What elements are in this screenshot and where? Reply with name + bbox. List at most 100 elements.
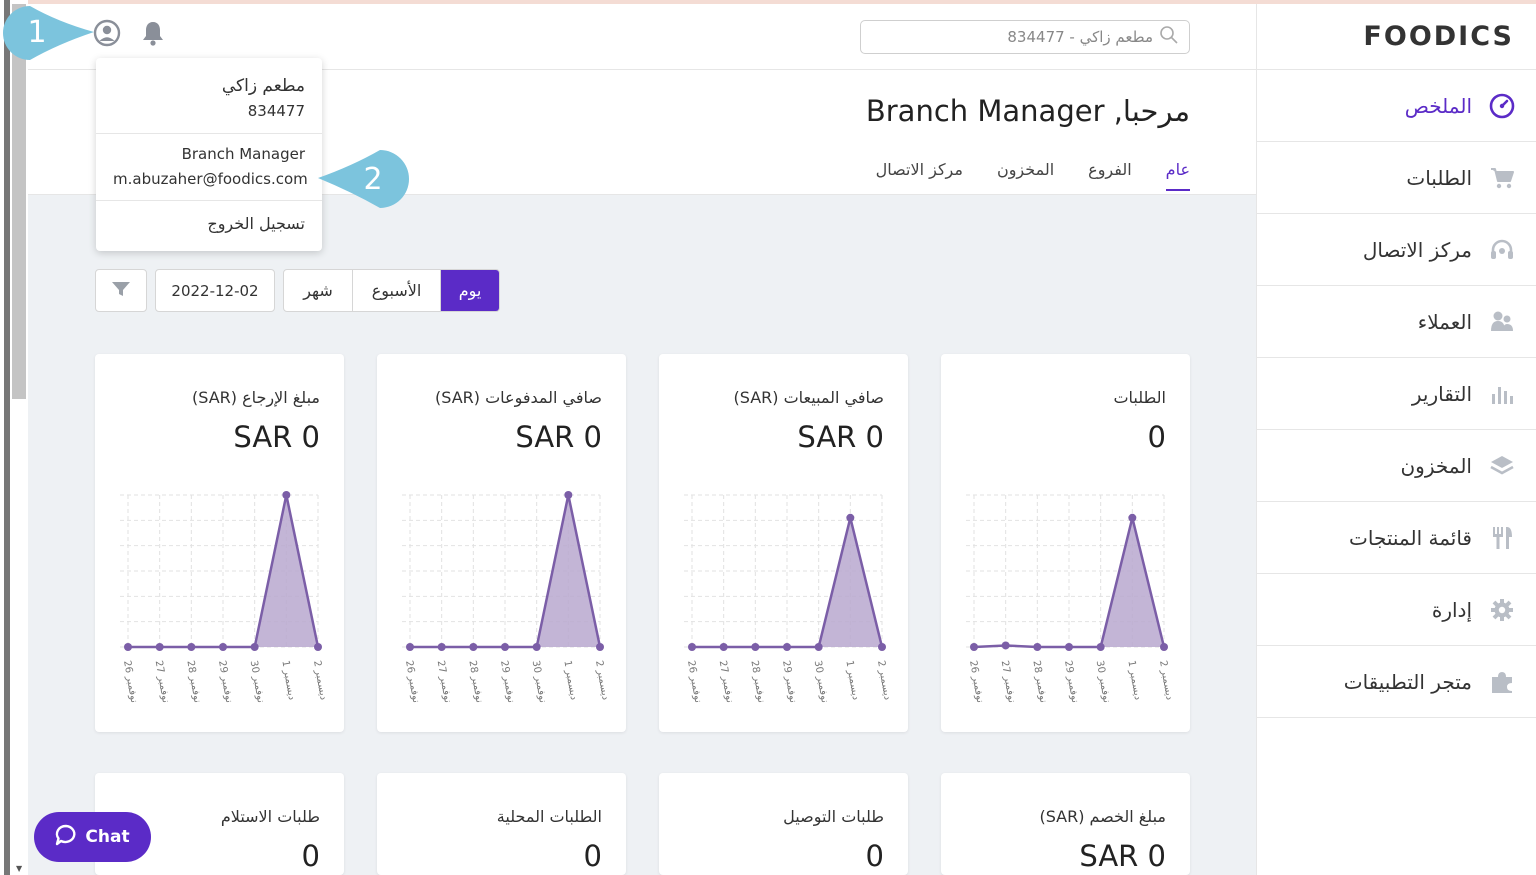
x-tick-label: 30 نوفمبر: [530, 660, 548, 704]
x-tick-label: 29 نوفمبر: [498, 660, 516, 704]
card-value: SAR 0: [515, 420, 602, 454]
x-tick-label: 2 ديسمبر: [593, 660, 611, 701]
x-tick-label: 30 نوفمبر: [1094, 660, 1112, 704]
x-tick-label: 29 نوفمبر: [780, 660, 798, 704]
metric-card-dine-in-orders: الطلبات المحلية 0: [377, 773, 626, 875]
data-point: [282, 491, 291, 499]
filter-button[interactable]: [95, 269, 147, 312]
card-title: صافي المدفوعات (SAR): [435, 388, 602, 407]
sidebar-item-orders[interactable]: الطلبات: [1257, 142, 1536, 214]
page-title: مرحبا, Branch Manager: [865, 94, 1190, 128]
sidebar-item-inventory[interactable]: المخزون: [1257, 430, 1536, 502]
data-point: [719, 643, 728, 651]
sidebar-item-management[interactable]: إدارة: [1257, 574, 1536, 646]
sidebar-item-label: قائمة المنتجات: [1349, 525, 1472, 550]
sidebar-item-summary[interactable]: الملخص: [1257, 70, 1536, 142]
left-scrollbar[interactable]: ▼: [0, 0, 28, 875]
data-point: [406, 643, 414, 651]
period-week-button[interactable]: الأسبوع: [352, 270, 440, 311]
sidebar-item-reports[interactable]: التقارير: [1257, 358, 1536, 430]
logout-menu-item[interactable]: تسجيل الخروج: [96, 201, 322, 249]
card-value: 0: [1147, 420, 1166, 454]
period-month-button[interactable]: شهر: [284, 270, 352, 311]
chat-button[interactable]: Chat: [34, 812, 151, 862]
x-tick-label: 28 نوفمبر: [1030, 660, 1048, 704]
x-tick-label: 26 نوفمبر: [403, 660, 421, 704]
callout-number: 1: [27, 15, 46, 50]
user-account-dropdown: مطعم زاكي 834477 Branch Manager m.abuzah…: [96, 58, 322, 251]
net-payments-trend-chart: 26 نوفمبر 27 نوفمبر 28 نوفمبر 29 نوفمبر 30 ن…: [402, 491, 611, 704]
metric-card-delivery-orders: طلبات التوصيل 0: [659, 773, 908, 875]
refund-trend-chart: 26 نوفمبر 27 نوفمبر 28 نوفمبر 29 نوفمبر 30 ن…: [120, 491, 329, 704]
x-tick-label: 30 نوفمبر: [812, 660, 830, 704]
x-tick-label: 27 نوفمبر: [999, 660, 1017, 704]
search-input[interactable]: [873, 28, 1153, 46]
data-point: [501, 643, 509, 651]
data-point: [1128, 513, 1137, 522]
sidebar-item-label: المخزون: [1400, 453, 1472, 478]
card-value: SAR 0: [797, 420, 884, 454]
dropdown-restaurant-section[interactable]: مطعم زاكي 834477: [96, 58, 322, 134]
callout-marker-1: 1: [3, 6, 94, 60]
metric-card-refund-amount: مبلغ الإرجاع (SAR) SAR 0 26 نوفمبر 27 نوف…: [95, 354, 344, 732]
sidebar-item-label: الملخص: [1404, 93, 1472, 118]
sidebar-item-label: متجر التطبيقات: [1343, 669, 1472, 694]
gear-icon: [1488, 596, 1516, 624]
bar-chart-icon: [1488, 380, 1516, 408]
metric-card-net-payments: صافي المدفوعات (SAR) SAR 0 26 نوفمبر 27 ن…: [377, 354, 626, 732]
sidebar-item-products-menu[interactable]: قائمة المنتجات: [1257, 502, 1536, 574]
data-point: [846, 513, 855, 522]
tab-general[interactable]: عام: [1165, 160, 1190, 191]
tab-call-center[interactable]: مركز الاتصال: [876, 160, 963, 191]
scroll-down-arrow-icon[interactable]: ▼: [16, 864, 22, 873]
data-point: [564, 491, 573, 499]
restaurant-id: 834477: [247, 102, 305, 120]
sidebar-item-call-center[interactable]: مركز الاتصال: [1257, 214, 1536, 286]
card-title: طلبات التوصيل: [783, 807, 884, 826]
x-tick-label: 26 نوفمبر: [685, 660, 703, 704]
data-point: [1033, 643, 1042, 651]
data-point: [783, 643, 791, 651]
net-sales-trend-chart: 26 نوفمبر 27 نوفمبر 28 نوفمبر 29 نوفمبر 30 ن…: [684, 494, 893, 704]
data-point: [314, 643, 322, 651]
sidebar-item-customers[interactable]: العملاء: [1257, 286, 1536, 358]
restaurant-name: مطعم زاكي: [221, 76, 305, 96]
data-point: [124, 643, 132, 651]
user-account-icon[interactable]: [92, 18, 122, 48]
x-tick-label: 26 نوفمبر: [121, 660, 139, 704]
data-point: [219, 643, 227, 651]
scrollbar-thumb[interactable]: [12, 4, 26, 399]
card-title: الطلبات: [1113, 388, 1166, 407]
period-day-button[interactable]: يوم: [440, 270, 499, 311]
cart-icon: [1488, 164, 1516, 192]
x-tick-label: 1 ديسمبر: [561, 660, 579, 701]
foodics-logo[interactable]: FOODICS: [1257, 4, 1536, 70]
x-tick-label: 28 نوفمبر: [466, 660, 484, 704]
orders-trend-chart: 26 نوفمبر 27 نوفمبر 28 نوفمبر 29 نوفمبر 30 ن…: [966, 494, 1175, 704]
data-point: [1065, 643, 1073, 651]
x-tick-label: 1 ديسمبر: [1125, 660, 1143, 701]
card-title: مبلغ الإرجاع (SAR): [192, 388, 320, 407]
card-title: صافي المبيعات (SAR): [733, 388, 884, 407]
layers-icon: [1488, 452, 1516, 480]
card-value: 0: [865, 839, 884, 873]
data-point: [814, 643, 823, 651]
card-value: 0: [583, 839, 602, 873]
dropdown-user-section[interactable]: Branch Manager m.abuzaher@foodics.com: [96, 134, 322, 201]
search-box[interactable]: [860, 20, 1190, 54]
x-tick-label: 2 ديسمبر: [311, 660, 329, 701]
data-point: [970, 643, 978, 651]
headset-icon: [1488, 236, 1516, 264]
card-value: SAR 0: [1079, 839, 1166, 873]
date-picker-button[interactable]: 2022-12-02: [155, 269, 275, 312]
data-point: [1001, 641, 1010, 650]
scrollbar-track: [4, 0, 10, 875]
x-tick-label: 29 نوفمبر: [216, 660, 234, 704]
tab-inventory[interactable]: المخزون: [997, 160, 1054, 191]
period-selector: شهر الأسبوع يوم: [283, 269, 500, 312]
sidebar-item-app-store[interactable]: متجر التطبيقات: [1257, 646, 1536, 718]
x-tick-label: 27 نوفمبر: [717, 660, 735, 704]
notifications-bell-icon[interactable]: [138, 18, 168, 48]
dashboard-gauge-icon: [1488, 92, 1516, 120]
tab-branches[interactable]: الفروع: [1088, 160, 1132, 191]
